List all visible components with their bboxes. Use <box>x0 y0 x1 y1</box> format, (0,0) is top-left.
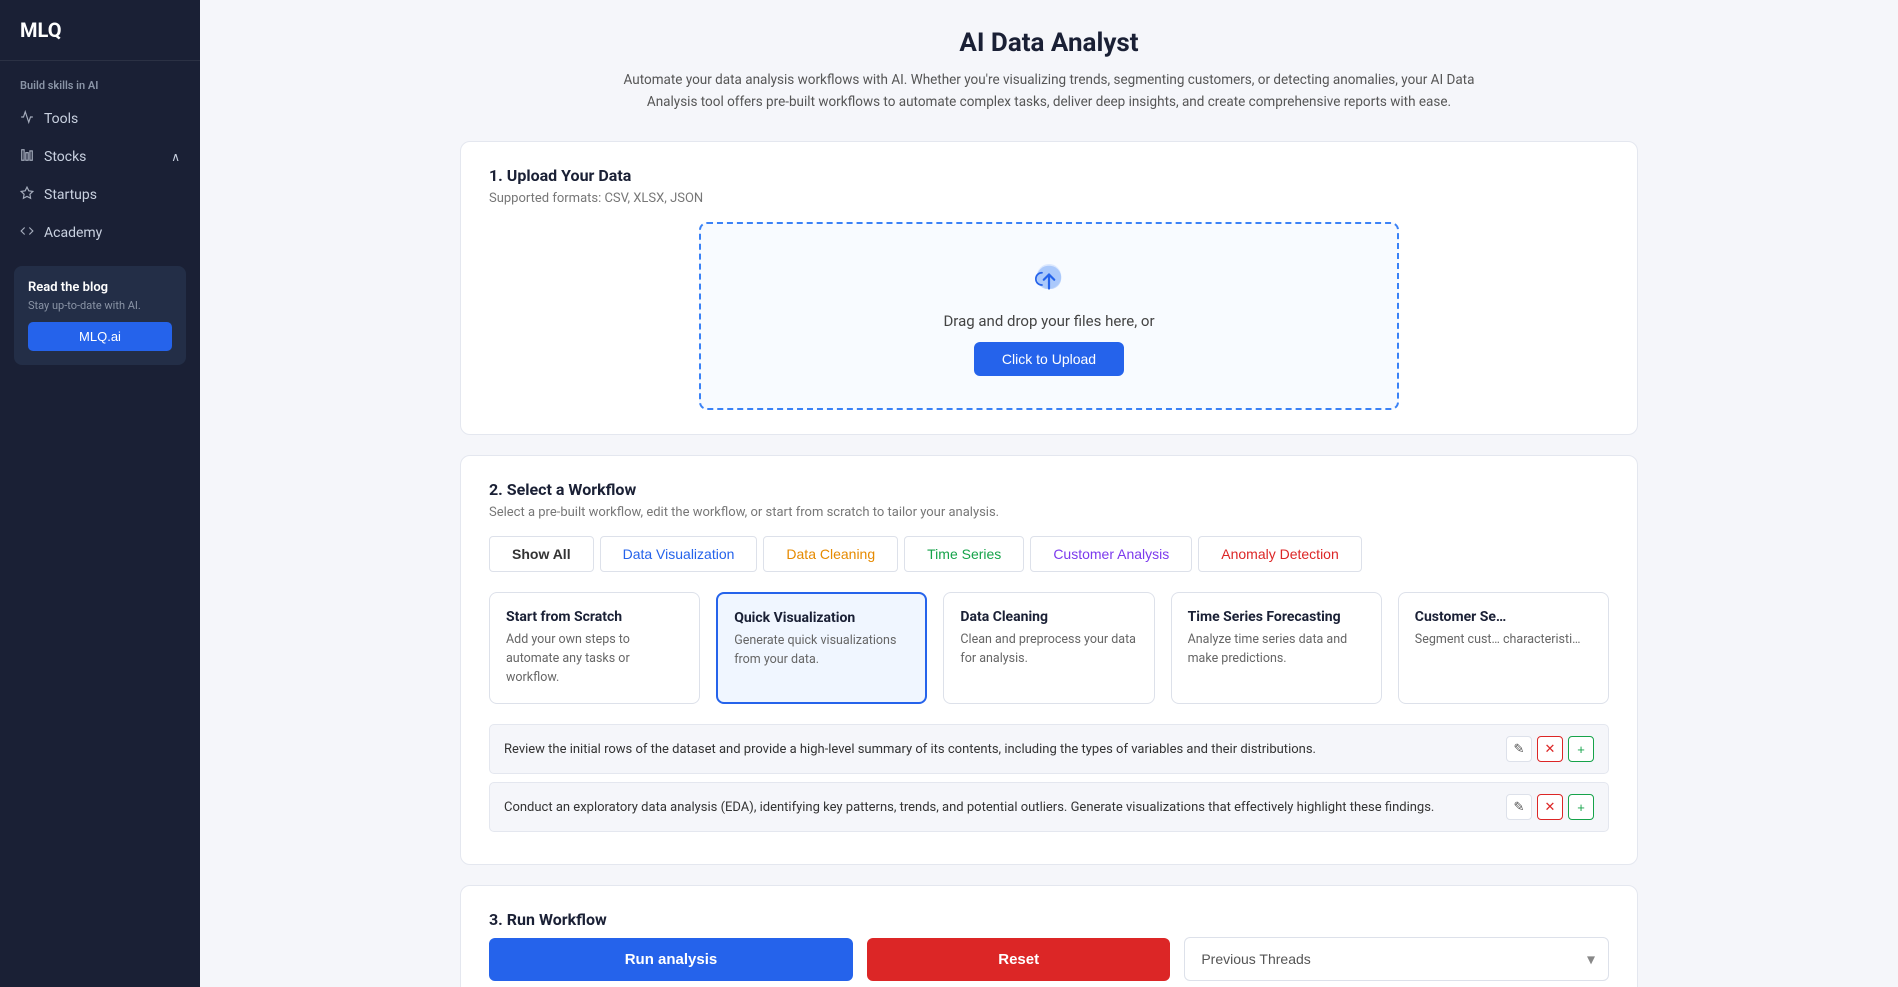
previous-threads-select[interactable]: Previous Threads <box>1184 937 1609 981</box>
step-1-text: Review the initial rows of the dataset a… <box>504 742 1498 757</box>
tab-time-series[interactable]: Time Series <box>904 536 1024 572</box>
upload-supported: Supported formats: CSV, XLSX, JSON <box>489 191 1609 206</box>
workflow-sub: Select a pre-built workflow, edit the wo… <box>489 505 1609 520</box>
sidebar-item-tools[interactable]: Tools <box>0 100 200 138</box>
blog-card: Read the blog Stay up-to-date with AI. M… <box>14 266 186 365</box>
startups-icon <box>20 186 34 204</box>
tools-icon <box>20 110 34 128</box>
tab-show-all[interactable]: Show All <box>489 536 594 572</box>
workflow-card-scratch[interactable]: Start from Scratch Add your own steps to… <box>489 592 700 704</box>
run-analysis-button[interactable]: Run analysis <box>489 938 853 981</box>
blog-card-subtitle: Stay up-to-date with AI. <box>28 299 172 312</box>
page-title: AI Data Analyst <box>460 28 1638 58</box>
sidebar: MLQ Build skills in AI Tools Stocks ∧ St… <box>0 0 200 987</box>
card-customer-seg-desc: Segment cust… characteristi… <box>1415 631 1592 650</box>
upload-heading: 1. Upload Your Data <box>489 166 1609 185</box>
stocks-chevron-icon: ∧ <box>171 150 180 164</box>
sidebar-item-academy-label: Academy <box>44 225 102 241</box>
sidebar-item-startups[interactable]: Startups <box>0 176 200 214</box>
upload-section: 1. Upload Your Data Supported formats: C… <box>460 141 1638 435</box>
workflow-section: 2. Select a Workflow Select a pre-built … <box>460 455 1638 865</box>
run-section: 3. Run Workflow Run analysis Reset Previ… <box>460 885 1638 987</box>
step-row-2: Conduct an exploratory data analysis (ED… <box>489 782 1609 832</box>
step-2-actions: ✎ ✕ + <box>1506 794 1594 820</box>
step-2-add-button[interactable]: + <box>1568 794 1594 820</box>
step-2-delete-button[interactable]: ✕ <box>1537 794 1563 820</box>
sidebar-item-academy[interactable]: Academy <box>0 214 200 252</box>
upload-cloud-icon <box>1027 256 1071 300</box>
run-heading: 3. Run Workflow <box>489 910 1609 929</box>
card-data-cleaning-title: Data Cleaning <box>960 609 1137 625</box>
sidebar-item-startups-label: Startups <box>44 187 97 203</box>
tab-anomaly[interactable]: Anomaly Detection <box>1198 536 1362 572</box>
card-customer-seg-title: Customer Se… <box>1415 609 1592 625</box>
reset-button[interactable]: Reset <box>867 938 1170 981</box>
workflow-card-customer-seg[interactable]: Customer Se… Segment cust… characteristi… <box>1398 592 1609 704</box>
workflow-card-quick-viz[interactable]: Quick Visualization Generate quick visua… <box>716 592 927 704</box>
workflow-cards: Start from Scratch Add your own steps to… <box>489 592 1609 704</box>
card-quick-viz-desc: Generate quick visualizations from your … <box>734 632 909 670</box>
tab-data-clean[interactable]: Data Cleaning <box>763 536 898 572</box>
step-2-edit-button[interactable]: ✎ <box>1506 794 1532 820</box>
run-controls: Run analysis Reset Previous Threads <box>489 937 1609 981</box>
blog-card-title: Read the blog <box>28 280 172 295</box>
upload-button[interactable]: Click to Upload <box>974 342 1124 376</box>
workflow-heading: 2. Select a Workflow <box>489 480 1609 499</box>
card-scratch-desc: Add your own steps to automate any tasks… <box>506 631 683 687</box>
tab-customer[interactable]: Customer Analysis <box>1030 536 1192 572</box>
step-row-1: Review the initial rows of the dataset a… <box>489 724 1609 774</box>
blog-card-button[interactable]: MLQ.ai <box>28 322 172 351</box>
workflow-card-data-cleaning[interactable]: Data Cleaning Clean and preprocess your … <box>943 592 1154 704</box>
step-1-edit-button[interactable]: ✎ <box>1506 736 1532 762</box>
main-content: AI Data Analyst Automate your data analy… <box>200 0 1898 987</box>
step-1-add-button[interactable]: + <box>1568 736 1594 762</box>
step-1-actions: ✎ ✕ + <box>1506 736 1594 762</box>
upload-drag-text: Drag and drop your files here, or <box>943 312 1154 330</box>
sidebar-item-stocks-label: Stocks <box>44 149 86 165</box>
sidebar-logo: MLQ <box>0 0 200 61</box>
page-subtitle: Automate your data analysis workflows wi… <box>599 70 1499 113</box>
card-time-series-title: Time Series Forecasting <box>1188 609 1365 625</box>
tab-data-viz[interactable]: Data Visualization <box>600 536 758 572</box>
sidebar-section-label: Build skills in AI <box>0 61 200 100</box>
card-data-cleaning-desc: Clean and preprocess your data for analy… <box>960 631 1137 669</box>
card-quick-viz-title: Quick Visualization <box>734 610 909 626</box>
academy-icon <box>20 224 34 242</box>
sidebar-item-tools-label: Tools <box>44 111 78 127</box>
step-1-delete-button[interactable]: ✕ <box>1537 736 1563 762</box>
step-2-text: Conduct an exploratory data analysis (ED… <box>504 800 1498 815</box>
card-scratch-title: Start from Scratch <box>506 609 683 625</box>
upload-dropzone[interactable]: Drag and drop your files here, or Click … <box>699 222 1399 410</box>
previous-threads-wrapper: Previous Threads <box>1184 937 1609 981</box>
stocks-icon <box>20 148 34 166</box>
workflow-tabs: Show All Data Visualization Data Cleanin… <box>489 536 1609 572</box>
workflow-card-time-series[interactable]: Time Series Forecasting Analyze time ser… <box>1171 592 1382 704</box>
card-time-series-desc: Analyze time series data and make predic… <box>1188 631 1365 669</box>
sidebar-item-stocks[interactable]: Stocks ∧ <box>0 138 200 176</box>
